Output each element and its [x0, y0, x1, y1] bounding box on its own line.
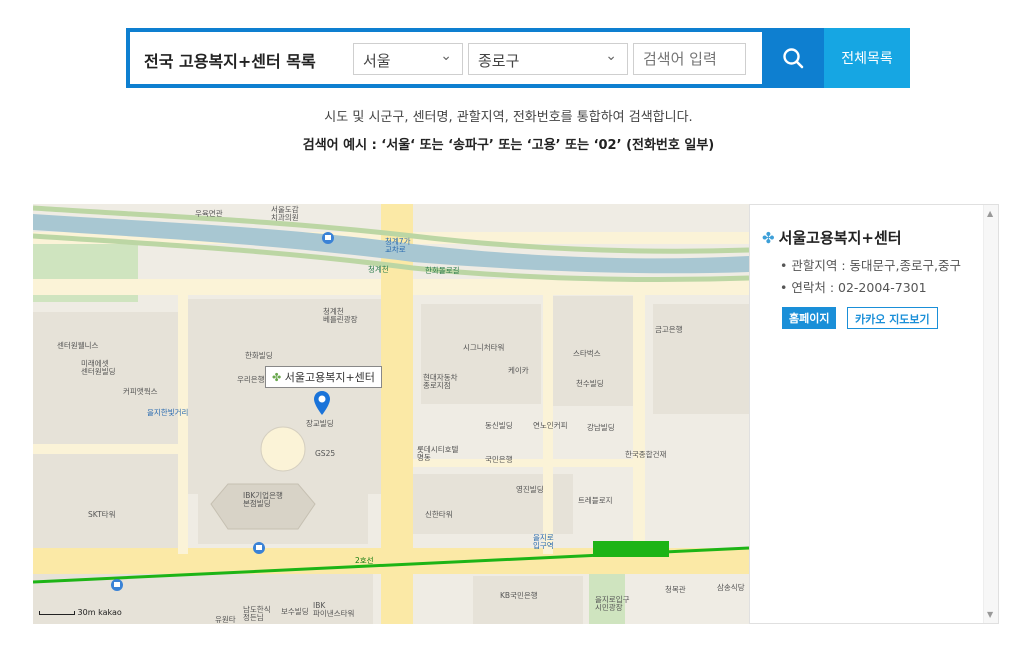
- place-label: 영진빌딩: [516, 485, 544, 494]
- place-label: 한화빌딩: [245, 351, 273, 360]
- bus-stop-icon: [322, 232, 334, 244]
- place-label: 케이카: [508, 366, 529, 375]
- place-label: 트레블로지: [578, 496, 613, 505]
- homepage-button[interactable]: 홈페이지: [782, 307, 837, 329]
- place-label: 신한타워: [425, 510, 453, 519]
- place-label: 우육면관: [195, 209, 223, 218]
- place-label: 을지로 입구역: [533, 533, 554, 551]
- place-label: 한화몰로길: [425, 266, 460, 275]
- location-marker-icon[interactable]: [313, 390, 331, 416]
- center-list-panel: ✤ 서울고용복지+센터 • 관할지역 : 동대문구,종로구,중구 • 연락처 : …: [749, 204, 999, 624]
- chevron-down-icon: ⌄: [605, 48, 617, 64]
- place-label: 연노인커피: [533, 421, 568, 430]
- place-label: 청계7가 교차로: [385, 237, 411, 255]
- place-label: 보수빌딩: [281, 607, 309, 616]
- place-label: IBK기업은행 본점빌딩: [243, 491, 283, 509]
- search-button[interactable]: [762, 28, 824, 88]
- place-label: 커피앳웍스: [123, 387, 158, 396]
- search-title: 전국 고용복지+센터 목록: [144, 52, 316, 71]
- place-label: 청목관: [665, 585, 686, 594]
- keyword-input[interactable]: [633, 43, 746, 75]
- place-label: 서울도감 치과의원: [271, 205, 299, 223]
- center-contact: • 연락처 : 02-2004-7301: [780, 280, 927, 295]
- gugun-select[interactable]: 종로구 ⌄: [468, 43, 628, 75]
- place-label: 센터원웰니스: [57, 341, 99, 350]
- place-label: 미래에셋 센터원빌딩: [81, 359, 116, 377]
- place-label: 강남빌딩: [587, 423, 615, 432]
- subway-line-label: 2호선: [355, 556, 374, 565]
- search-icon: [783, 48, 804, 69]
- place-label: 을지로입구 시민광장: [595, 595, 630, 613]
- gugun-selected-value: 종로구: [478, 52, 520, 70]
- center-name: 서울고용복지+센터: [778, 229, 902, 247]
- infowindow-label: 서울고용복지+센터: [284, 371, 375, 384]
- place-label: 스타벅스: [573, 349, 601, 358]
- scroll-up-icon[interactable]: ▲: [987, 209, 993, 218]
- place-label: 우리은행: [237, 375, 265, 384]
- place-label: 장교빌딩: [306, 419, 334, 428]
- place-label: 을지한빛거리: [147, 408, 189, 417]
- map-infowindow[interactable]: ✤ 서울고용복지+센터: [265, 366, 382, 388]
- place-label: 현대자동차 종로지점: [423, 373, 458, 391]
- sido-selected-value: 서울: [363, 52, 391, 70]
- kakao-logo: kakao: [98, 608, 122, 617]
- place-label: 롯데시티호텔 명동: [417, 445, 459, 463]
- place-label: KB국민은행: [500, 591, 538, 600]
- center-jurisdiction: • 관할지역 : 동대문구,종로구,중구: [780, 258, 961, 273]
- place-label: 삼송식당: [717, 583, 745, 592]
- kakao-map-button[interactable]: 카카오 지도보기: [847, 307, 938, 329]
- place-label: 남도한식 정든님: [243, 605, 271, 623]
- clover-icon: ✤: [272, 371, 282, 384]
- map-base: [33, 204, 749, 624]
- scroll-down-icon[interactable]: ▼: [987, 610, 993, 619]
- place-label: 청계천: [368, 265, 389, 274]
- place-label: SKT타워: [88, 510, 116, 519]
- sido-select[interactable]: 서울 ⌄: [353, 43, 463, 75]
- place-label: 천수빌딩: [576, 379, 604, 388]
- map-scale: 30m kakao: [39, 608, 122, 617]
- place-label: 시그니처타워: [463, 343, 505, 352]
- center-item-title[interactable]: ✤ 서울고용복지+센터: [762, 227, 902, 248]
- place-label: 청계천 베를린광장: [323, 307, 358, 325]
- place-label: 한국종합건재: [625, 450, 667, 459]
- panel-scrollbar[interactable]: ▲ ▼: [983, 205, 998, 623]
- search-example: 검색어 예시 : ‘서울‘ 또는 ‘송파구’ 또는 ‘고용’ 또는 ‘02’ (…: [302, 138, 715, 153]
- chevron-down-icon: ⌄: [440, 48, 452, 64]
- place-label: GS25: [315, 449, 336, 458]
- place-label: 국민은행: [485, 455, 513, 464]
- bus-stop-icon: [253, 542, 265, 554]
- all-list-button[interactable]: 전체목록: [824, 28, 910, 88]
- bus-stop-icon: [111, 579, 123, 591]
- place-label: 유원타: [215, 615, 236, 624]
- map-view[interactable]: 우육면관 서울도감 치과의원 청계7가 교차로 청계천 한화몰로길 청계천 베를…: [33, 204, 749, 624]
- place-label: 금고은행: [655, 325, 683, 334]
- place-label: 동신빌딩: [485, 421, 513, 430]
- search-description: 시도 및 시군구, 센터명, 관할지역, 전화번호를 통합하여 검색합니다.: [324, 110, 693, 125]
- clover-icon: ✤: [762, 229, 775, 247]
- scale-label: 30m: [77, 608, 96, 617]
- place-label: IBK 파이낸스타워: [313, 601, 355, 619]
- search-bar: 전국 고용복지+센터 목록 서울 ⌄ 종로구 ⌄ 전체목록: [126, 28, 910, 88]
